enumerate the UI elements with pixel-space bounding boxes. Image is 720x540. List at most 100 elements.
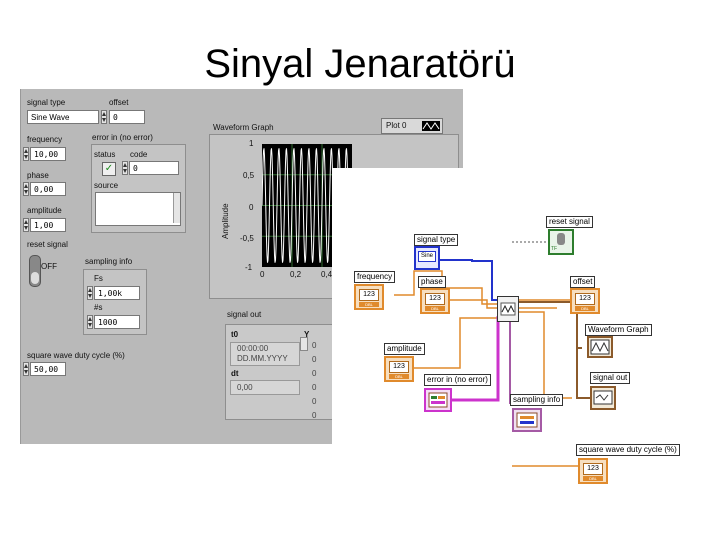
signal-out-label: signal out xyxy=(227,310,262,319)
square-wave-field[interactable]: 50,00 xyxy=(30,362,66,376)
bd-phase-label: phase xyxy=(418,276,446,288)
bd-square-wave-terminal[interactable]: 123 DBL xyxy=(578,458,608,484)
status-label: status xyxy=(94,150,116,159)
num-text: 123 xyxy=(359,289,379,301)
bd-sampling-info-label: sampling info xyxy=(510,394,564,406)
bd-signal-out-label: signal out xyxy=(590,372,631,384)
y-index-control[interactable] xyxy=(300,337,308,351)
y-value: 0 xyxy=(312,411,317,420)
code-increment-icon[interactable] xyxy=(122,161,128,175)
y-tick-m05: -0,5 xyxy=(240,234,254,243)
signal-out-indicator: t0 Y 00:00:00 DD.MM.YYYY dt 0,00 0 0 0 0… xyxy=(225,324,333,420)
t0-field: 00:00:00 DD.MM.YYYY xyxy=(230,342,300,366)
block-diagram: reset signal TF signal type Sine frequen… xyxy=(332,168,694,498)
signal-type-selector[interactable]: Sine Wave xyxy=(27,110,99,124)
amplitude-label: amplitude xyxy=(27,206,62,215)
waveform-graph-label: Waveform Graph xyxy=(213,123,274,132)
bd-offset-terminal[interactable]: 123 DBL xyxy=(570,288,600,314)
bd-reset-signal-label: reset signal xyxy=(546,216,593,228)
bd-frequency-label: frequency xyxy=(354,271,396,283)
fs-field[interactable]: 1,00k xyxy=(94,286,140,300)
frequency-increment-icon[interactable] xyxy=(23,147,29,161)
dbl-text: DBL xyxy=(583,476,603,481)
fs-label: Fs xyxy=(94,274,103,283)
num-text: 123 xyxy=(575,293,595,305)
bd-sampling-info-terminal[interactable] xyxy=(512,408,542,432)
reset-signal-label: reset signal xyxy=(27,240,68,249)
offset-field[interactable]: 0 xyxy=(109,110,145,124)
amplitude-field[interactable]: 1,00 xyxy=(30,218,66,232)
y-value: 0 xyxy=(312,341,317,350)
bd-error-in-label: error in (no error) xyxy=(424,374,491,386)
offset-increment-icon[interactable] xyxy=(101,110,107,124)
error-cluster-icon xyxy=(428,392,448,408)
x-tick-02: 0,2 xyxy=(290,270,302,279)
cluster-icon xyxy=(516,412,538,428)
dbl-text: DBL xyxy=(359,302,379,307)
dbl-text: DBL xyxy=(425,306,445,311)
graph-icon xyxy=(590,339,610,355)
y-value: 0 xyxy=(312,355,317,364)
tf-text: TF xyxy=(551,246,558,252)
status-check-icon[interactable]: ✓ xyxy=(102,162,116,176)
bd-square-wave-label: square wave duty cycle (%) xyxy=(576,444,680,456)
phase-label: phase xyxy=(27,171,49,180)
enum-text: Sine xyxy=(418,251,436,262)
y-tick-1: 1 xyxy=(249,139,254,148)
y-tick-05: 0,5 xyxy=(243,171,255,180)
bd-amplitude-label: amplitude xyxy=(384,343,425,355)
bd-error-in-terminal[interactable] xyxy=(424,388,452,412)
t0-time: 00:00:00 xyxy=(237,344,269,353)
reset-signal-toggle[interactable] xyxy=(29,255,41,287)
signal-generator-icon xyxy=(500,302,516,316)
code-field[interactable]: 0 xyxy=(129,161,179,175)
amplitude-increment-icon[interactable] xyxy=(23,218,29,232)
bd-signal-type-terminal[interactable]: Sine xyxy=(414,246,440,270)
y-value: 0 xyxy=(312,369,317,378)
num-text: 123 xyxy=(425,293,445,305)
bd-frequency-terminal[interactable]: 123 DBL xyxy=(354,284,384,310)
reset-signal-state: OFF xyxy=(41,262,57,271)
y-tick-m1: -1 xyxy=(245,263,253,272)
y-array: 0 0 0 0 0 0 xyxy=(300,337,326,420)
bd-signal-out-terminal[interactable] xyxy=(590,386,616,410)
square-wave-increment-icon[interactable] xyxy=(23,362,29,376)
error-in-label: error in (no error) xyxy=(92,133,153,142)
y-value: 0 xyxy=(312,397,317,406)
plot-legend[interactable]: Plot 0 xyxy=(381,118,443,134)
bd-phase-terminal[interactable]: 123 DBL xyxy=(420,288,450,314)
t0-date: DD.MM.YYYY xyxy=(237,354,288,363)
waveform-indicator-icon xyxy=(593,390,613,405)
function-generator-vi[interactable] xyxy=(497,296,519,322)
slide-title: Sinyal Jenaratörü xyxy=(204,42,516,86)
ns-field[interactable]: 1000 xyxy=(94,315,140,329)
toggle-lever xyxy=(31,272,39,284)
signal-type-label: signal type xyxy=(27,98,66,107)
source-field[interactable] xyxy=(95,192,181,226)
phase-increment-icon[interactable] xyxy=(23,182,29,196)
dbl-text: DBL xyxy=(389,374,409,379)
bd-reset-signal-terminal[interactable]: TF xyxy=(548,229,574,255)
dt-value: 0,00 xyxy=(237,383,253,392)
t0-label: t0 xyxy=(231,330,239,339)
toggle-switch-icon xyxy=(557,233,565,245)
fs-increment-icon[interactable] xyxy=(87,286,93,300)
square-wave-label: square wave duty cycle (%) xyxy=(27,351,125,360)
num-text: 123 xyxy=(583,463,603,475)
frequency-field[interactable]: 10,00 xyxy=(30,147,66,161)
y-axis-label: Amplitude xyxy=(221,203,230,239)
frequency-label: frequency xyxy=(27,135,63,144)
ns-label: #s xyxy=(94,303,103,312)
x-tick-04: 0,4 xyxy=(321,270,333,279)
source-label: source xyxy=(94,181,119,190)
code-label: code xyxy=(130,150,148,159)
offset-label: offset xyxy=(109,98,129,107)
phase-field[interactable]: 0,00 xyxy=(30,182,66,196)
bd-offset-label: offset xyxy=(570,276,596,288)
source-scrollbar[interactable] xyxy=(173,193,180,223)
ns-increment-icon[interactable] xyxy=(87,315,93,329)
sampling-info-cluster: Fs 1,00k #s 1000 xyxy=(83,269,147,335)
bd-waveform-graph-terminal[interactable] xyxy=(587,336,613,358)
bd-amplitude-terminal[interactable]: 123 DBL xyxy=(384,356,414,382)
y-value: 0 xyxy=(312,383,317,392)
